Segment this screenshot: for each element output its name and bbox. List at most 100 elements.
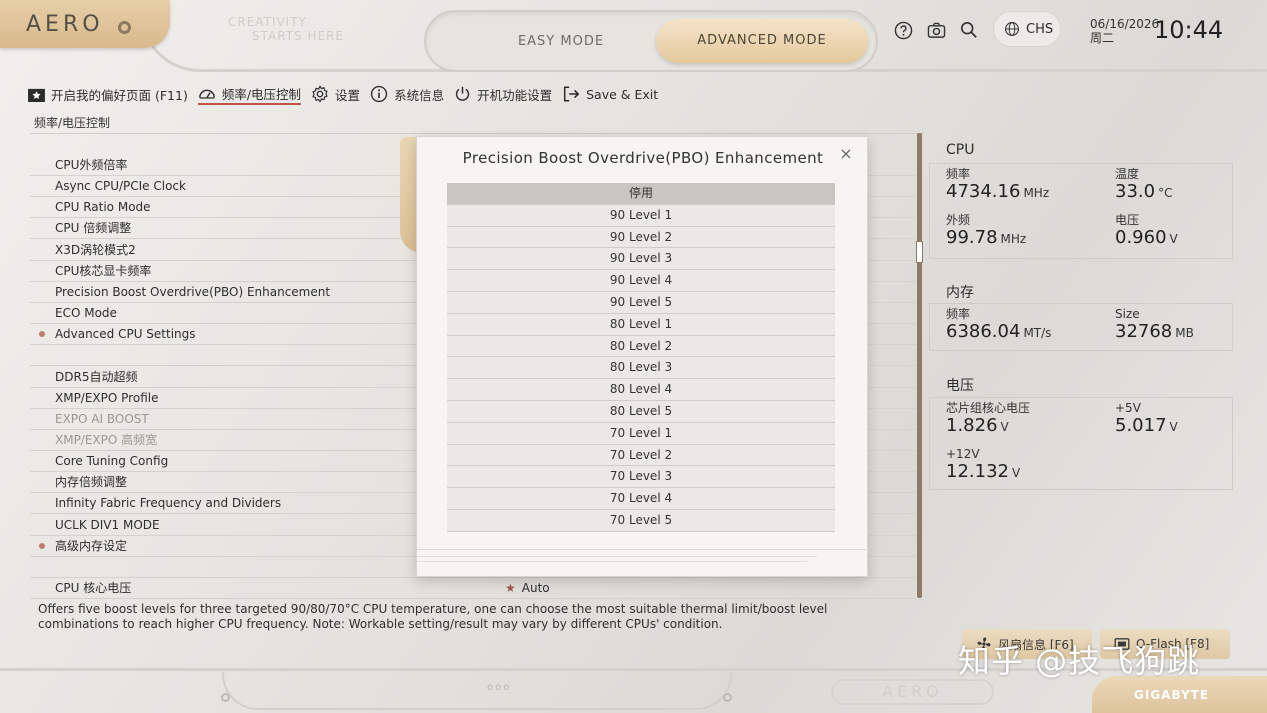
option-item[interactable]: 70 Level 2 <box>447 444 835 467</box>
cpu-temperature-value: 33.0 <box>1115 181 1156 202</box>
cpu-voltage-value: 0.960 <box>1115 227 1167 248</box>
scrollbar-thumb[interactable] <box>916 241 923 263</box>
setting-label: XMP/EXPO 高频宽 <box>55 432 158 447</box>
top-bar: AERO CREATIVITY STARTS HERE EASY MODE AD… <box>0 0 1267 75</box>
nav-boot[interactable]: 开机功能设置 <box>454 83 552 105</box>
cpu-voltage-unit: V <box>1169 232 1178 246</box>
cpu-info-box: 频率 4734.16 MHz 温度 33.0 °C 外频 99.78 MHz 电压 0… <box>929 163 1233 259</box>
advanced-mode-button[interactable]: ADVANCED MODE <box>656 19 868 63</box>
nav-freq-voltage-label: 频率/电压控制 <box>221 86 302 102</box>
setting-label: CPU核芯显卡频率 <box>55 263 152 278</box>
option-item[interactable]: 90 Level 5 <box>447 291 835 314</box>
help-icon[interactable] <box>893 20 913 40</box>
nav-system-info[interactable]: 系统信息 <box>370 83 444 105</box>
logo-plate: AERO <box>0 0 170 48</box>
option-item[interactable]: 90 Level 2 <box>447 226 835 249</box>
setting-label: DDR5自动超频 <box>55 369 138 384</box>
option-item[interactable]: 90 Level 4 <box>447 270 835 292</box>
setting-label: CPU 核心电压 <box>55 581 132 595</box>
voltage-info-box: 芯片组核心电压 1.826 V +5V 5.017 V +12V 12.132 V <box>929 397 1233 490</box>
nav-favorites[interactable]: 开启我的偏好页面 (F11) <box>28 83 188 105</box>
pin-icon <box>723 693 732 702</box>
plus5v-label: +5V <box>1115 401 1141 415</box>
chipset-voltage-label: 芯片组核心电压 <box>946 401 1031 415</box>
nav-settings[interactable]: 设置 <box>311 83 360 105</box>
cpu-temperature: 温度 33.0 °C <box>1115 167 1172 204</box>
cpu-bclk-unit: MHz <box>1000 232 1027 246</box>
option-item[interactable]: 70 Level 3 <box>447 466 835 489</box>
option-list: 停用 90 Level 1 90 Level 2 90 Level 3 90 Level… <box>447 183 835 532</box>
option-item[interactable]: 70 Level 5 <box>447 509 835 532</box>
plus5v-voltage: +5V 5.017 V <box>1115 401 1178 438</box>
footer-line <box>417 561 807 562</box>
pin-icon <box>221 693 230 702</box>
cpu-voltage-label: 电压 <box>1115 213 1140 227</box>
nav-favorites-label: 开启我的偏好页面 (F11) <box>51 87 188 103</box>
option-item[interactable]: 70 Level 1 <box>447 422 835 445</box>
memory-frequency-label: 频率 <box>946 307 971 321</box>
memory-frequency: 频率 6386.04 MT/s <box>946 307 1051 344</box>
bottom-dots: ooo <box>487 682 512 693</box>
option-item[interactable]: 80 Level 4 <box>447 379 835 401</box>
submenu-bullet-icon <box>39 542 45 549</box>
setting-value[interactable]: ★ Auto <box>505 578 550 598</box>
setting-label: Infinity Fabric Frequency and Dividers <box>55 496 282 511</box>
option-item[interactable]: 90 Level 1 <box>447 204 835 227</box>
setting-label: CPU外频倍率 <box>55 158 128 172</box>
weekday-text: 周二 <box>1090 31 1115 45</box>
option-item[interactable]: 80 Level 2 <box>447 335 835 358</box>
option-item[interactable]: 停用 <box>447 183 835 205</box>
watermark: 知乎 @技飞狗跳 <box>958 642 1201 680</box>
gear-icon <box>312 85 328 103</box>
dialog-footer <box>417 549 869 577</box>
memory-size-unit: MB <box>1175 326 1194 340</box>
memory-info-box: 频率 6386.04 MT/s Size 32768 MB <box>929 303 1233 351</box>
setting-label: CPU Ratio Mode <box>55 200 151 215</box>
option-item[interactable]: 80 Level 3 <box>447 357 835 380</box>
camera-icon[interactable] <box>926 20 946 40</box>
setting-label: 高级内存设定 <box>55 538 128 553</box>
option-item[interactable]: 80 Level 5 <box>447 400 835 423</box>
chipset-voltage-unit: V <box>1000 420 1009 434</box>
date-text: 06/16/2026 <box>1090 17 1160 31</box>
setting-label: XMP/EXPO Profile <box>55 390 159 405</box>
memory-size: Size 32768 MB <box>1115 307 1194 344</box>
setting-label: CPU 倍频调整 <box>55 221 132 236</box>
setting-label: X3D涡轮模式2 <box>55 242 136 257</box>
nav-freq-voltage[interactable]: 频率/电压控制 <box>197 83 302 105</box>
mode-switch: EASY MODE ADVANCED MODE <box>424 10 878 72</box>
section-title: 频率/电压控制 <box>34 116 111 130</box>
language-label: CHS <box>1026 21 1054 37</box>
slogan-line1: CREATIVITY <box>228 15 307 29</box>
setting-row[interactable]: CPU 核心电压 ★ Auto <box>30 578 916 599</box>
plus12v-label: +12V <box>946 447 980 461</box>
plus12v-unit: V <box>1011 466 1021 480</box>
cpu-temperature-unit: °C <box>1158 186 1173 200</box>
globe-icon <box>1005 22 1019 36</box>
favorites-star-icon <box>28 88 45 102</box>
settings-scrollbar[interactable] <box>916 133 923 598</box>
language-selector[interactable]: CHS <box>993 11 1061 47</box>
cpu-bclk: 外频 99.78 MHz <box>946 213 1026 250</box>
dialog-title: Precision Boost Overdrive(PBO) Enhanceme… <box>462 149 824 167</box>
cpu-frequency: 频率 4734.16 MHz <box>946 167 1049 204</box>
easy-mode-button[interactable]: EASY MODE <box>466 29 656 55</box>
nav-save-exit[interactable]: Save & Exit <box>562 83 658 105</box>
cpu-voltage: 电压 0.960 V <box>1115 213 1178 250</box>
gigabyte-logo: GIGABYTE <box>1134 688 1210 702</box>
cpu-frequency-value: 4734.16 <box>946 181 1021 202</box>
option-item[interactable]: 70 Level 4 <box>447 488 835 510</box>
search-icon[interactable] <box>959 20 979 40</box>
plus12v-voltage: +12V 12.132 V <box>946 447 1020 484</box>
plus5v-unit: V <box>1169 420 1178 434</box>
cpu-info-title: CPU <box>946 142 975 158</box>
setting-label: Advanced CPU Settings <box>55 327 196 342</box>
nav-save-exit-label: Save & Exit <box>586 86 659 102</box>
close-icon[interactable]: × <box>837 145 855 163</box>
option-item[interactable]: 80 Level 1 <box>447 313 835 336</box>
info-icon <box>370 85 388 103</box>
option-item[interactable]: 90 Level 3 <box>447 248 835 271</box>
cpu-bclk-value: 99.78 <box>946 227 998 248</box>
slogan-line2: STARTS HERE <box>252 29 344 43</box>
gauge-icon <box>198 89 215 99</box>
